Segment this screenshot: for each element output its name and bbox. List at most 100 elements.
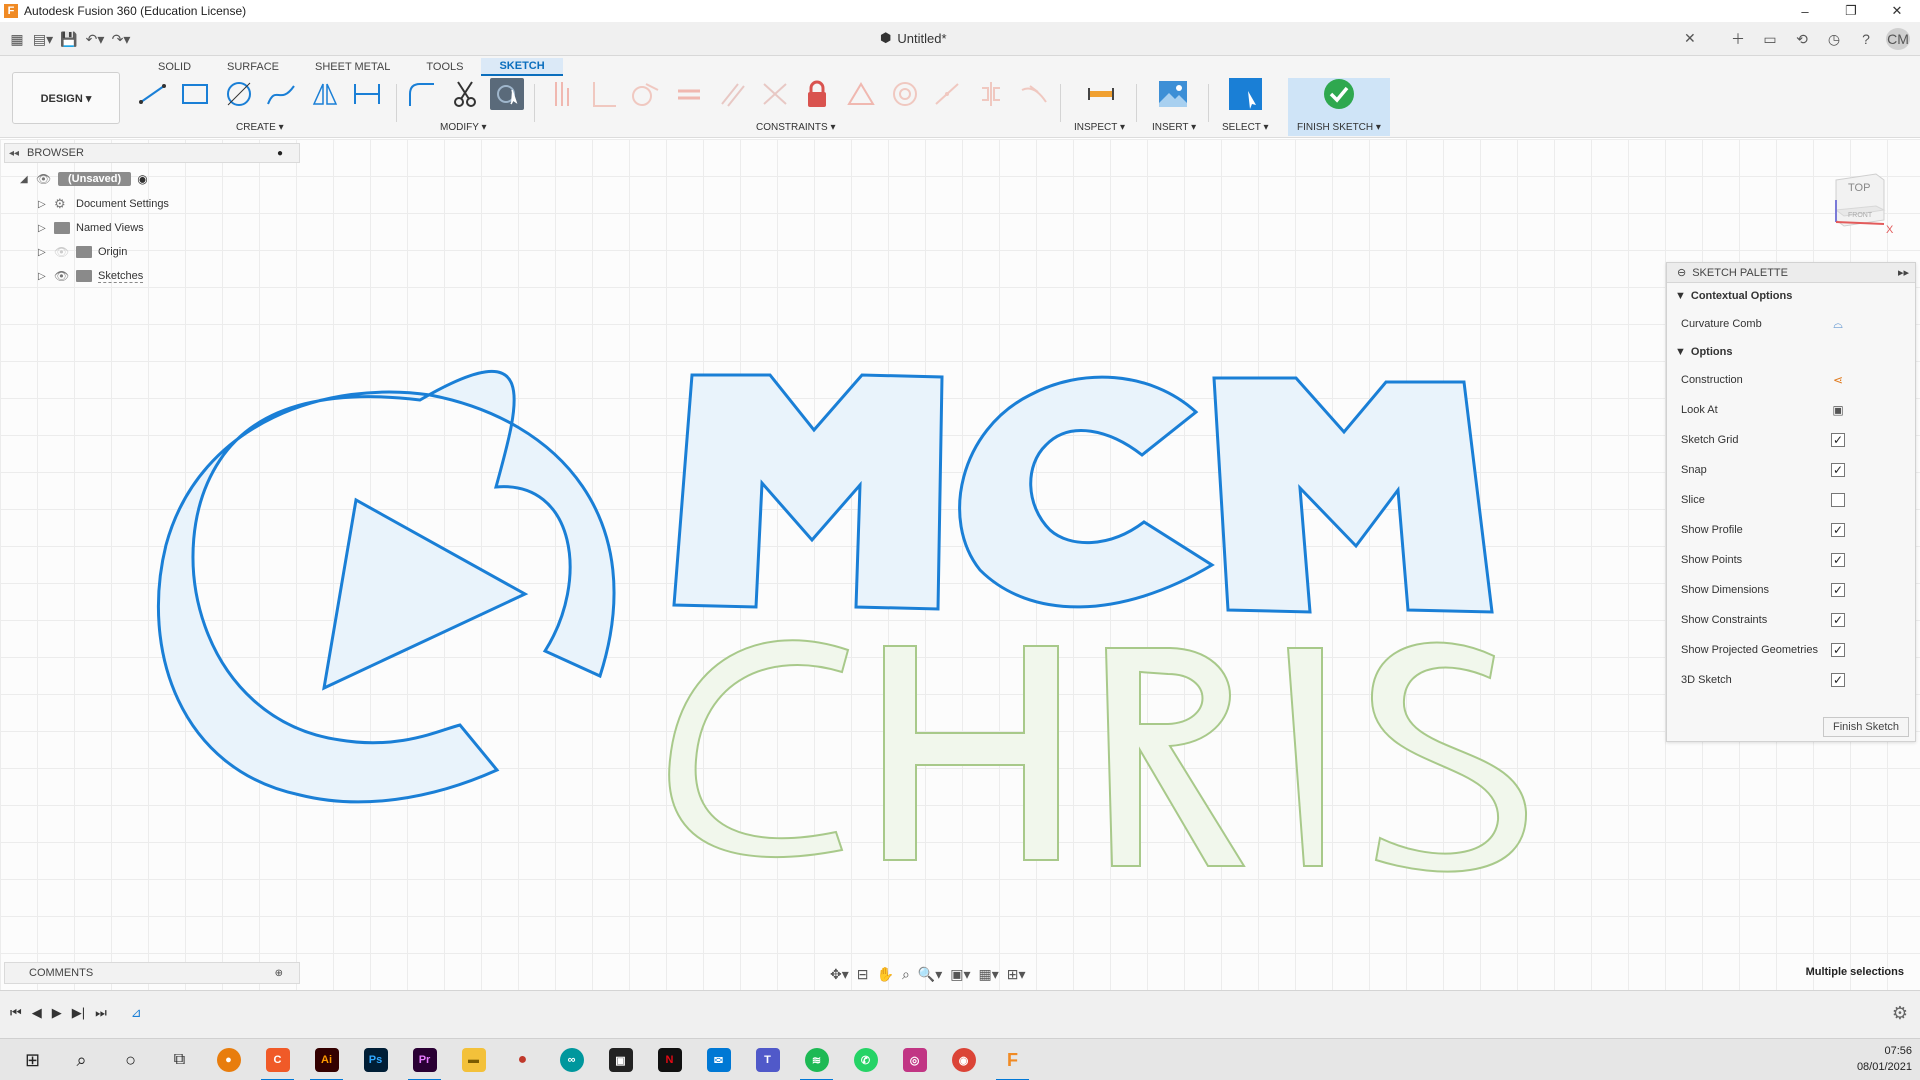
coincident-constraint-icon[interactable] xyxy=(544,78,578,110)
spline-tool-icon[interactable] xyxy=(264,78,298,110)
create-group-label[interactable]: CREATE ▾ xyxy=(236,122,284,133)
new-tab-plus-icon[interactable]: ＋ xyxy=(1726,28,1750,50)
letter-r-chris[interactable] xyxy=(1104,647,1246,867)
tangent-constraint-icon[interactable] xyxy=(628,78,662,110)
chrome-icon[interactable]: ◉ xyxy=(939,1039,988,1080)
visibility-eye-icon[interactable]: 👁 xyxy=(54,269,70,283)
logo-play-triangle[interactable] xyxy=(322,497,529,691)
show-points-checkbox[interactable]: ✓ xyxy=(1831,553,1845,567)
minimize-button[interactable]: – xyxy=(1782,0,1828,22)
system-clock[interactable]: 07:56 08/01/2021 xyxy=(1857,1043,1912,1075)
task-view-icon[interactable]: ⧉ xyxy=(155,1039,204,1080)
app-red-icon[interactable]: ● xyxy=(498,1039,547,1080)
expand-triangle-icon[interactable]: ▷ xyxy=(38,247,48,258)
measure-ruler-icon[interactable] xyxy=(1084,78,1118,110)
finish-sketch-check-icon[interactable] xyxy=(1322,78,1356,110)
viewcube-front-label[interactable]: FRONT xyxy=(1848,212,1872,219)
close-document-icon[interactable]: ✕ xyxy=(1684,30,1696,47)
options-section[interactable]: ▼ Options xyxy=(1667,339,1915,365)
undo-icon[interactable]: ↶▾ xyxy=(84,28,106,50)
app-arduino-icon[interactable]: ∞ xyxy=(547,1039,596,1080)
show-projected-geometries-checkbox[interactable]: ✓ xyxy=(1831,643,1845,657)
app-fusion-icon[interactable]: F xyxy=(988,1039,1037,1080)
inspect-group-label[interactable]: INSPECT ▾ xyxy=(1074,122,1125,133)
option-construction[interactable]: Construction ⋖ xyxy=(1667,365,1915,395)
constraints-group-label[interactable]: CONSTRAINTS ▾ xyxy=(756,122,835,133)
browser-root-item[interactable]: ◢ 👁 (Unsaved) ◉ xyxy=(20,168,148,190)
go-to-end-icon[interactable]: ⏭ xyxy=(95,1005,107,1021)
viewports-icon[interactable]: ⊞▾ xyxy=(1007,966,1026,983)
modify-group-label[interactable]: MODIFY ▾ xyxy=(440,122,487,133)
save-icon[interactable]: 💾 xyxy=(58,28,80,50)
mail-envelope-icon[interactable]: ✉ xyxy=(694,1039,743,1080)
show-constraints-checkbox[interactable]: ✓ xyxy=(1831,613,1845,627)
app-teams-icon[interactable]: T xyxy=(743,1039,792,1080)
restore-button[interactable]: ❐ xyxy=(1828,0,1874,22)
option-curvature-comb[interactable]: Curvature Comb ⌓ xyxy=(1667,309,1915,339)
curvature-comb-icon[interactable]: ⌓ xyxy=(1831,317,1845,331)
option-slice[interactable]: Slice xyxy=(1667,485,1915,515)
letter-m-first[interactable] xyxy=(672,373,944,611)
sketch-palette-header[interactable]: ⊖ SKETCH PALETTE ▸▸ xyxy=(1667,263,1915,283)
root-component-label[interactable]: (Unsaved) xyxy=(58,172,132,186)
option-show-dimensions[interactable]: Show Dimensions ✓ xyxy=(1667,575,1915,605)
section-collapse-icon[interactable]: ▼ xyxy=(1675,290,1686,302)
timeline-sketch-feature-icon[interactable]: ⊿ xyxy=(131,1005,142,1021)
letter-i-chris[interactable] xyxy=(1286,647,1323,867)
fillet-tool-icon[interactable] xyxy=(404,78,438,110)
job-status-icon[interactable]: ▭ xyxy=(1758,28,1782,50)
option-sketch-grid[interactable]: Sketch Grid ✓ xyxy=(1667,425,1915,455)
hidden-eye-icon[interactable]: 👁 xyxy=(54,245,70,259)
orbit-icon[interactable]: ✥▾ xyxy=(830,966,849,983)
look-at-icon[interactable]: ▣ xyxy=(1831,403,1845,417)
option-show-constraints[interactable]: Show Constraints ✓ xyxy=(1667,605,1915,635)
letter-m-second[interactable] xyxy=(1212,376,1494,614)
rectangle-tool-icon[interactable] xyxy=(178,78,212,110)
construction-line-icon[interactable]: ⋖ xyxy=(1831,373,1845,387)
app-blender-icon[interactable]: ● xyxy=(204,1039,253,1080)
app-instagram-icon[interactable]: ◎ xyxy=(890,1039,939,1080)
browser-item-sketches[interactable]: ▷ 👁 Sketches xyxy=(38,265,144,287)
line-tool-icon[interactable] xyxy=(136,78,170,110)
symmetry-constraint-icon[interactable] xyxy=(974,78,1008,110)
timeline-settings-gear-icon[interactable]: ⚙ xyxy=(1892,1003,1908,1024)
expand-triangle-icon[interactable]: ▷ xyxy=(38,223,48,234)
option-show-points[interactable]: Show Points ✓ xyxy=(1667,545,1915,575)
comments-add-icon[interactable]: ⊕ xyxy=(275,968,283,979)
app-premiere-icon[interactable]: Pr xyxy=(400,1039,449,1080)
search-icon[interactable]: ⌕ xyxy=(57,1039,106,1080)
data-panel-grid-icon[interactable]: ▦ xyxy=(6,28,28,50)
insert-group-label[interactable]: INSERT ▾ xyxy=(1152,122,1196,133)
offset-tool-icon[interactable] xyxy=(490,78,524,110)
dimension-tool-icon[interactable] xyxy=(350,78,384,110)
activate-radio-icon[interactable]: ◉ xyxy=(137,172,147,186)
section-collapse-icon[interactable]: ▼ xyxy=(1675,346,1686,358)
extensions-icon[interactable]: ⟲ xyxy=(1790,28,1814,50)
finish-sketch-group-label[interactable]: FINISH SKETCH ▾ xyxy=(1297,122,1381,133)
browser-item-document-settings[interactable]: ▷ ⚙ Document Settings xyxy=(38,193,169,215)
file-explorer-icon[interactable]: ▬ xyxy=(449,1039,498,1080)
show-profile-checkbox[interactable]: ✓ xyxy=(1831,523,1845,537)
document-tab[interactable]: ⬢ Untitled* xyxy=(880,30,947,46)
comments-panel[interactable]: COMMENTS ⊕ xyxy=(4,962,300,984)
step-back-icon[interactable]: ◀ xyxy=(32,1005,42,1021)
triangle-constraint-icon[interactable] xyxy=(844,78,878,110)
equal-constraint-icon[interactable] xyxy=(672,78,706,110)
option-snap[interactable]: Snap ✓ xyxy=(1667,455,1915,485)
cortana-icon[interactable]: ○ xyxy=(106,1039,155,1080)
perpendicular-constraint-icon[interactable] xyxy=(586,78,620,110)
concentric-constraint-icon[interactable] xyxy=(888,78,922,110)
palette-toggle-icon[interactable]: ⊖ xyxy=(1677,266,1686,279)
collinear-constraint-icon[interactable] xyxy=(930,78,964,110)
fit-zoom-icon[interactable]: 🔍▾ xyxy=(918,966,942,983)
browser-item-origin[interactable]: ▷ 👁 Origin xyxy=(38,241,127,263)
design-canvas[interactable] xyxy=(0,139,1920,990)
contextual-options-section[interactable]: ▼ Contextual Options xyxy=(1667,283,1915,309)
trim-scissors-icon[interactable] xyxy=(448,78,482,110)
mirror-tool-icon[interactable] xyxy=(308,78,342,110)
viewcube-top-label[interactable]: TOP xyxy=(1848,182,1870,194)
user-avatar[interactable]: CM xyxy=(1886,28,1910,50)
curvature-constraint-icon[interactable] xyxy=(1016,78,1050,110)
snap-checkbox[interactable]: ✓ xyxy=(1831,463,1845,477)
redo-icon[interactable]: ↷▾ xyxy=(110,28,132,50)
